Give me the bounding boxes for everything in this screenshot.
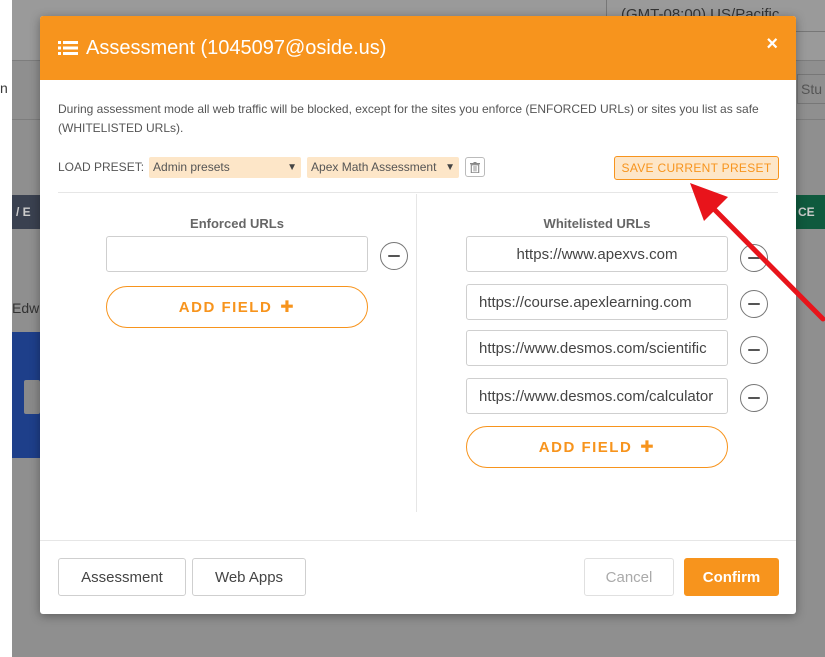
remove-enforced-url-button[interactable] bbox=[380, 242, 408, 270]
preset-row: LOAD PRESET: Admin presets ▼ Apex Math A… bbox=[58, 156, 486, 178]
preset-name-select[interactable]: Apex Math Assessment ▼ bbox=[307, 156, 460, 178]
assessment-button[interactable]: Assessment bbox=[58, 558, 186, 596]
plus-icon: ✚ bbox=[640, 439, 656, 456]
delete-preset-button[interactable] bbox=[465, 157, 486, 177]
enforced-url-input[interactable] bbox=[106, 236, 368, 272]
list-icon bbox=[58, 40, 78, 56]
plus-icon: ✚ bbox=[280, 299, 296, 316]
add-field-label: ADD FIELD bbox=[538, 438, 633, 456]
whitelisted-url-input[interactable]: https://www.desmos.com/scientific bbox=[466, 330, 728, 366]
footer-divider bbox=[40, 540, 796, 541]
modal-header: Assessment (1045097@oside.us) × bbox=[40, 16, 796, 80]
annotation-arrow bbox=[690, 183, 825, 322]
modal-title: Assessment (1045097@oside.us) bbox=[86, 36, 387, 59]
minus-icon bbox=[388, 254, 400, 258]
add-enforced-field-button[interactable]: ADD FIELD ✚ bbox=[106, 286, 368, 328]
preset-group-select[interactable]: Admin presets ▼ bbox=[149, 156, 302, 178]
minus-icon bbox=[748, 396, 760, 400]
minus-icon bbox=[748, 348, 760, 352]
add-field-label: ADD FIELD bbox=[178, 298, 273, 316]
background-left-edge bbox=[0, 0, 12, 657]
load-preset-label: LOAD PRESET: bbox=[58, 160, 145, 174]
trash-icon bbox=[470, 161, 481, 173]
add-whitelisted-field-button[interactable]: ADD FIELD ✚ bbox=[466, 426, 728, 468]
confirm-button[interactable]: Confirm bbox=[684, 558, 779, 596]
enforced-urls-title: Enforced URLs bbox=[190, 216, 284, 231]
modal-description: During assessment mode all web traffic w… bbox=[58, 102, 759, 135]
background-row-label: n bbox=[0, 80, 8, 96]
chevron-down-icon: ▼ bbox=[287, 161, 298, 173]
cancel-button[interactable]: Cancel bbox=[584, 558, 674, 596]
background-dark-button: / E bbox=[12, 195, 40, 229]
divider bbox=[58, 192, 778, 193]
web-apps-button[interactable]: Web Apps bbox=[192, 558, 306, 596]
background-student-name: Edwi bbox=[12, 300, 40, 316]
background-blue-panel-item bbox=[24, 380, 40, 414]
preset-name-value: Apex Math Assessment bbox=[311, 160, 437, 174]
close-icon[interactable]: × bbox=[766, 34, 778, 54]
remove-whitelisted-url-button[interactable] bbox=[740, 384, 768, 412]
whitelisted-url-input[interactable]: https://www.desmos.com/calculator bbox=[466, 378, 728, 414]
preset-group-value: Admin presets bbox=[153, 160, 230, 174]
column-divider bbox=[416, 194, 417, 512]
remove-whitelisted-url-button[interactable] bbox=[740, 336, 768, 364]
chevron-down-icon: ▼ bbox=[445, 161, 456, 173]
background-student-field: Stu bbox=[797, 74, 825, 104]
